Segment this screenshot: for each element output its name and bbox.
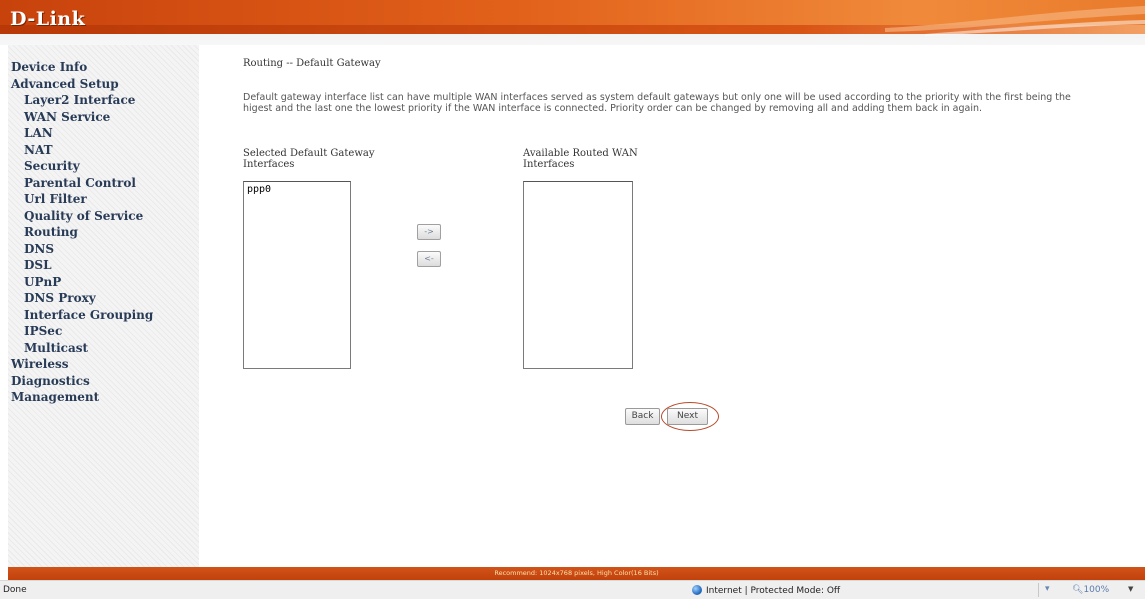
remove-interface-button[interactable]: <- (417, 251, 441, 267)
sidebar-item-dns-proxy[interactable]: DNS Proxy (11, 290, 153, 307)
available-interfaces-listbox[interactable] (523, 181, 633, 369)
sidebar-item-url-filter[interactable]: Url Filter (11, 191, 153, 208)
zoom-level: 100% (1083, 585, 1110, 595)
security-dropdown-icon[interactable]: ▾ (1045, 584, 1050, 594)
footer-bar: Recommend: 1024x768 pixels, High Color(1… (8, 567, 1145, 580)
sidebar-item-lan[interactable]: LAN (11, 125, 153, 142)
add-interface-button[interactable]: -> (417, 224, 441, 240)
zone-text: Internet | Protected Mode: Off (706, 586, 841, 596)
sidebar-item-quality-of-service[interactable]: Quality of Service (11, 208, 153, 225)
sidebar-item-routing[interactable]: Routing (11, 224, 153, 241)
sidebar-item-wireless[interactable]: Wireless (11, 356, 153, 373)
sidebar-item-advanced-setup[interactable]: Advanced Setup (11, 76, 153, 93)
security-zone[interactable]: Internet | Protected Mode: Off (692, 585, 840, 596)
sidebar-item-management[interactable]: Management (11, 389, 153, 406)
highlight-circle (661, 402, 719, 431)
sidebar-item-parental-control[interactable]: Parental Control (11, 175, 153, 192)
sidebar-item-wan-service[interactable]: WAN Service (11, 109, 153, 126)
sidebar: Device Info Advanced Setup Layer2 Interf… (8, 45, 199, 567)
dlink-logo[interactable]: D-Link (10, 8, 85, 30)
sidebar-item-diagnostics[interactable]: Diagnostics (11, 373, 153, 390)
sidebar-item-layer2-interface[interactable]: Layer2 Interface (11, 92, 153, 109)
banner-swoosh-graphic (885, 6, 1145, 36)
selected-interfaces-listbox[interactable]: ppp0 (243, 181, 351, 369)
sidebar-item-nat[interactable]: NAT (11, 142, 153, 159)
status-separator (1038, 583, 1039, 597)
browser-status-bar: Done Internet | Protected Mode: Off ▾ 🔍︎… (0, 580, 1145, 599)
selected-interfaces-label: Selected Default Gateway Interfaces (243, 148, 375, 170)
list-item[interactable]: ppp0 (244, 182, 350, 197)
header-banner: D-Link (0, 0, 1145, 45)
sidebar-item-multicast[interactable]: Multicast (11, 340, 153, 357)
back-button[interactable]: Back (625, 408, 660, 425)
sidebar-item-security[interactable]: Security (11, 158, 153, 175)
globe-icon (692, 585, 702, 595)
page-title: Routing -- Default Gateway (243, 58, 381, 69)
zoom-dropdown-icon[interactable]: ▼ (1128, 585, 1133, 593)
sidebar-item-interface-grouping[interactable]: Interface Grouping (11, 307, 153, 324)
zoom-control[interactable]: 🔍︎100% (1072, 585, 1109, 595)
sidebar-item-dns[interactable]: DNS (11, 241, 153, 258)
sidebar-item-ipsec[interactable]: IPSec (11, 323, 153, 340)
sidebar-item-upnp[interactable]: UPnP (11, 274, 153, 291)
page-description: Default gateway interface list can have … (243, 92, 1071, 114)
status-text: Done (3, 585, 27, 595)
sidebar-item-device-info[interactable]: Device Info (11, 59, 153, 76)
available-interfaces-label: Available Routed WAN Interfaces (523, 148, 638, 170)
sidebar-item-dsl[interactable]: DSL (11, 257, 153, 274)
sidebar-menu: Device Info Advanced Setup Layer2 Interf… (11, 59, 153, 406)
